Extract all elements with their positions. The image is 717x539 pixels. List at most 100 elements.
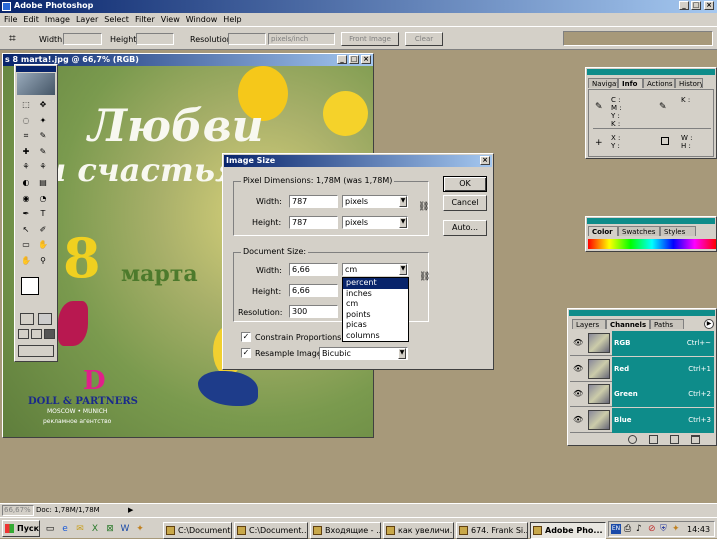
- menu-view[interactable]: View: [161, 15, 180, 24]
- hand-tool-icon[interactable]: ✋: [20, 255, 32, 267]
- maximize-button[interactable]: □: [691, 1, 701, 10]
- color-ramp[interactable]: [588, 239, 716, 249]
- eye-icon[interactable]: 👁: [573, 338, 583, 347]
- clone-stamp-icon[interactable]: ⚘: [20, 161, 32, 173]
- menu-select[interactable]: Select: [104, 15, 129, 24]
- auto-button[interactable]: Auto...: [443, 220, 487, 236]
- ie-icon[interactable]: e: [58, 522, 72, 536]
- pixel-width-unit-arrow[interactable]: ▼: [399, 196, 407, 207]
- trash-icon[interactable]: [691, 435, 700, 444]
- menu-edit[interactable]: Edit: [23, 15, 39, 24]
- foreground-color-swatch[interactable]: [21, 277, 39, 295]
- excel-icon[interactable]: X: [88, 522, 102, 536]
- tab-navigator[interactable]: Navigator: [588, 78, 618, 88]
- unit-option-columns[interactable]: columns: [343, 331, 408, 342]
- panel-menu-arrow-icon[interactable]: ▶: [704, 319, 714, 329]
- type-tool-icon[interactable]: T: [37, 208, 49, 220]
- move-tool-icon[interactable]: ✥: [37, 99, 49, 111]
- doc-minimize-button[interactable]: _: [337, 55, 347, 64]
- history-brush-icon[interactable]: ⚘: [37, 161, 49, 173]
- path-selection-icon[interactable]: ↖: [20, 224, 32, 236]
- tray-icon[interactable]: ⊘: [648, 524, 656, 534]
- clear-button[interactable]: Clear: [405, 32, 443, 46]
- doc-width-unit-arrow[interactable]: ▼: [399, 264, 407, 275]
- eye-icon[interactable]: 👁: [573, 415, 583, 424]
- doc-maximize-button[interactable]: □: [349, 55, 359, 64]
- close-button[interactable]: ×: [704, 1, 714, 10]
- tab-channels[interactable]: Channels: [606, 319, 650, 329]
- channel-row[interactable]: 👁 Red Ctrl+1: [570, 356, 714, 382]
- status-arrow-icon[interactable]: ▶: [128, 506, 133, 514]
- unit-option-percent[interactable]: percent: [343, 278, 408, 289]
- screen-mode-full-dark-icon[interactable]: [44, 329, 55, 339]
- crop-tool-icon[interactable]: ⌗: [20, 130, 32, 142]
- doc-height-input[interactable]: 6,66: [289, 284, 338, 297]
- load-channel-selection-icon[interactable]: [628, 435, 637, 444]
- save-selection-channel-icon[interactable]: [649, 435, 658, 444]
- notes-tool-icon[interactable]: ▭: [20, 239, 32, 251]
- channel-row[interactable]: 👁 Green Ctrl+2: [570, 382, 714, 407]
- jump-to-imageready-icon[interactable]: [18, 345, 54, 357]
- unit-option-points[interactable]: points: [343, 310, 408, 321]
- taskbar-button[interactable]: Входящие - ...: [310, 522, 381, 539]
- tray-volume-icon[interactable]: ♪: [636, 524, 642, 534]
- doc-width-input[interactable]: 6,66: [289, 263, 338, 276]
- resolution-input[interactable]: 300: [289, 305, 338, 318]
- brush-tool-icon[interactable]: ✎: [37, 146, 49, 158]
- tray-icon[interactable]: ✦: [672, 524, 680, 534]
- pixel-width-input[interactable]: 787: [289, 195, 338, 208]
- gradient-tool-icon[interactable]: ▤: [37, 177, 49, 189]
- tray-en-icon[interactable]: EN: [611, 524, 621, 534]
- ok-button[interactable]: OK: [443, 176, 487, 192]
- unit-option-picas[interactable]: picas: [343, 320, 408, 331]
- pixel-height-unit-arrow[interactable]: ▼: [399, 217, 407, 228]
- marquee-tool-icon[interactable]: ⬚: [20, 99, 32, 111]
- screen-mode-icon[interactable]: [18, 329, 29, 339]
- zoom-tool-icon[interactable]: ⚲: [37, 255, 49, 267]
- outlook-icon[interactable]: ✉: [73, 522, 87, 536]
- dodge-tool-icon[interactable]: ◔: [37, 193, 49, 205]
- lasso-tool-icon[interactable]: ◌: [20, 115, 32, 127]
- channel-row[interactable]: 👁 RGB Ctrl+~: [570, 331, 714, 356]
- desktop-icon[interactable]: ▭: [43, 522, 57, 536]
- menu-layer[interactable]: Layer: [76, 15, 98, 24]
- eraser-tool-icon[interactable]: ◐: [20, 177, 32, 189]
- slice-tool-icon[interactable]: ✎: [37, 130, 49, 142]
- magic-wand-icon[interactable]: ✦: [37, 115, 49, 127]
- tray-icon[interactable]: ⎙: [624, 524, 631, 534]
- resample-image-checkbox[interactable]: ✓: [241, 348, 251, 358]
- palette-well[interactable]: [563, 31, 713, 46]
- taskbar-button[interactable]: Adobe Pho...: [530, 522, 606, 539]
- new-channel-icon[interactable]: [670, 435, 679, 444]
- tab-paths[interactable]: Paths: [650, 319, 684, 329]
- eyedropper-tool-icon[interactable]: ✋: [37, 239, 49, 251]
- blur-tool-icon[interactable]: ◉: [20, 193, 32, 205]
- quickmask-on-icon[interactable]: [38, 313, 52, 325]
- unit-option-cm[interactable]: cm: [343, 299, 408, 310]
- tab-styles[interactable]: Styles: [660, 226, 696, 236]
- zoom-field[interactable]: 66,67%: [2, 505, 34, 516]
- channel-row[interactable]: 👁 Blue Ctrl+3: [570, 407, 714, 433]
- resolution-field[interactable]: [228, 33, 266, 45]
- tab-info[interactable]: Info: [618, 78, 643, 88]
- pen-tool-icon[interactable]: ✒: [20, 208, 32, 220]
- height-field[interactable]: [136, 33, 174, 45]
- word-icon[interactable]: W: [118, 522, 132, 536]
- taskbar-button[interactable]: C:\Document...: [234, 522, 308, 539]
- shape-tool-icon[interactable]: ✐: [37, 224, 49, 236]
- resample-method-select[interactable]: Bicubic: [319, 347, 408, 360]
- resample-method-arrow[interactable]: ▼: [398, 348, 406, 359]
- tab-layers[interactable]: Layers: [572, 319, 606, 329]
- quickmask-off-icon[interactable]: [20, 313, 34, 325]
- pixel-height-input[interactable]: 787: [289, 216, 338, 229]
- eye-icon[interactable]: 👁: [573, 364, 583, 373]
- front-image-button[interactable]: Front Image: [341, 32, 399, 46]
- doc-close-button[interactable]: ×: [361, 55, 371, 64]
- unit-option-inches[interactable]: inches: [343, 289, 408, 300]
- constrain-proportions-checkbox[interactable]: ✓: [241, 332, 251, 342]
- minimize-button[interactable]: _: [679, 1, 689, 10]
- menu-file[interactable]: File: [4, 15, 17, 24]
- crop-icon[interactable]: ⌗: [9, 31, 23, 45]
- eye-icon[interactable]: 👁: [573, 389, 583, 398]
- start-button[interactable]: Пуск: [2, 520, 40, 537]
